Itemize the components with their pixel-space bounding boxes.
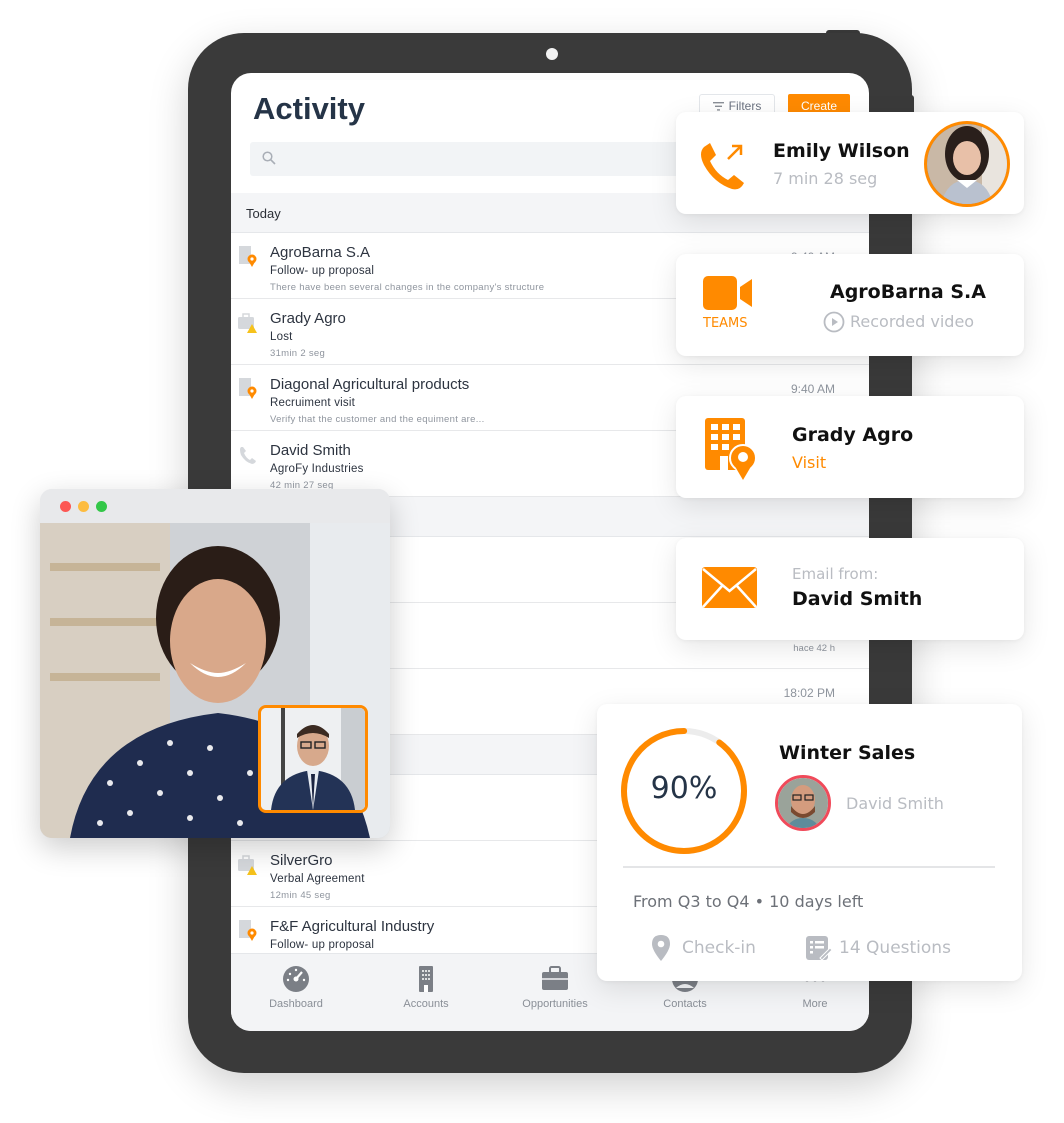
video-feed-self-preview — [258, 705, 368, 813]
activity-subtitle: AgroFy Industries — [270, 463, 364, 475]
filters-label: Filters — [728, 99, 762, 113]
activity-subtitle: Lost — [270, 331, 293, 343]
activity-time: 9:40 AM — [790, 382, 835, 396]
building-location-icon — [239, 246, 257, 267]
call-card[interactable]: Emily Wilson 7 min 28 seg — [676, 112, 1024, 214]
window-titlebar — [40, 489, 390, 523]
briefcase-warning-icon — [238, 855, 257, 875]
tab-label: Accounts — [403, 998, 449, 1010]
search-icon — [262, 151, 276, 165]
activity-time: hace 42 h — [793, 643, 835, 654]
questions-form-icon — [806, 936, 832, 960]
outgoing-call-icon — [701, 143, 744, 190]
owner-name: David Smith — [846, 794, 944, 813]
activity-name: Diagonal Agricultural products — [270, 376, 470, 393]
tablet-camera — [546, 48, 558, 60]
campaign-title: Winter Sales — [779, 742, 916, 764]
activity-name: SilverGro — [270, 852, 333, 869]
tab-label: More — [802, 998, 828, 1010]
visit-account-name: Grady Agro — [792, 424, 914, 446]
page-title: Activity — [253, 91, 365, 126]
building-location-icon — [239, 378, 257, 399]
visit-card[interactable]: Grady Agro Visit — [676, 396, 1024, 498]
activity-subtitle: Verbal Agreement — [270, 873, 365, 885]
tab-label: Contacts — [663, 998, 707, 1010]
activity-name: David Smith — [270, 442, 351, 459]
video-call-window — [40, 489, 390, 838]
activity-time: 18:02 PM — [783, 686, 835, 700]
activity-meta: 12min 45 seg — [270, 890, 331, 901]
owner-avatar — [775, 775, 831, 831]
briefcase-warning-icon — [238, 313, 257, 333]
campaign-card[interactable]: 90% Winter Sales David Smith From Q3 to … — [597, 704, 1022, 981]
filter-icon — [712, 101, 724, 111]
dashboard-gauge-icon — [283, 966, 309, 992]
location-pin-icon — [652, 935, 670, 961]
play-circle-icon — [823, 311, 845, 333]
campaign-period: From Q3 to Q4 • 10 days left — [633, 892, 864, 911]
teams-video-card[interactable]: TEAMS AgroBarna S.A Recorded video — [676, 254, 1024, 356]
building-icon — [419, 966, 433, 992]
teams-badge: TEAMS — [703, 316, 748, 331]
building-location-icon — [705, 418, 757, 480]
tab-dashboard[interactable]: Dashboard — [246, 964, 346, 1010]
tab-accounts[interactable]: Accounts — [376, 964, 476, 1010]
tab-opportunities[interactable]: Opportunities — [505, 964, 605, 1010]
email-card[interactable]: Email from: David Smith — [676, 538, 1024, 640]
email-sender-name: David Smith — [792, 588, 923, 610]
phone-icon — [240, 447, 256, 464]
activity-name: Grady Agro — [270, 310, 346, 327]
checkin-link[interactable]: Check-in — [682, 938, 756, 958]
video-camera-icon — [703, 276, 752, 310]
visit-type: Visit — [792, 453, 827, 472]
divider — [623, 866, 995, 868]
progress-label: 90% — [650, 771, 718, 806]
caller-name: Emily Wilson — [773, 140, 910, 162]
call-duration: 7 min 28 seg — [773, 169, 878, 188]
envelope-icon — [702, 567, 757, 608]
activity-meta: 31min 2 seg — [270, 348, 326, 359]
activity-subtitle: Follow- up proposal — [270, 939, 375, 951]
activity-name: AgroBarna S.A — [270, 244, 371, 261]
email-from-label: Email from: — [792, 565, 879, 583]
briefcase-icon — [542, 966, 568, 990]
activity-meta: Verify that the customer and the equimen… — [270, 414, 485, 425]
window-close-button[interactable] — [60, 501, 71, 512]
teams-account-name: AgroBarna S.A — [830, 281, 986, 303]
tab-label: Opportunities — [522, 998, 588, 1010]
window-minimize-button[interactable] — [78, 501, 89, 512]
building-location-icon — [239, 920, 257, 941]
activity-name: F&F Agricultural Industry — [270, 918, 435, 935]
window-maximize-button[interactable] — [96, 501, 107, 512]
tab-label: Dashboard — [269, 998, 323, 1010]
activity-meta: There have been several changes in the c… — [270, 282, 545, 293]
caller-avatar — [924, 121, 1010, 207]
activity-subtitle: Recruiment visit — [270, 397, 355, 409]
questions-link[interactable]: 14 Questions — [839, 938, 951, 958]
section-label: Today — [246, 206, 281, 221]
activity-subtitle: Follow- up proposal — [270, 265, 375, 277]
recorded-video-link[interactable]: Recorded video — [850, 312, 974, 331]
